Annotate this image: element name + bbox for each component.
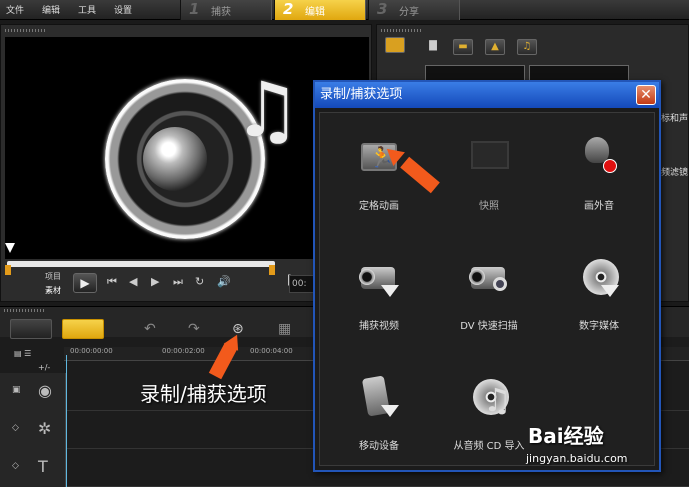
redo-icon[interactable]: ↷ (188, 321, 200, 337)
end-icon[interactable]: ⏭ (173, 275, 183, 289)
audio-cd-import-icon: ♫ (469, 377, 512, 419)
track-header: ◇ T (0, 449, 66, 487)
option-label: 画外音 (584, 201, 614, 212)
dialog-title: 录制/捕获选项 (315, 82, 659, 108)
playhead[interactable] (66, 355, 67, 487)
show-video-icon[interactable]: ▬ (453, 39, 473, 55)
repeat-icon[interactable]: ↻ (195, 275, 204, 288)
option-label: 定格动画 (359, 201, 399, 212)
music-note-icon: ♫ (233, 65, 302, 154)
timeline-view-button[interactable] (62, 319, 104, 339)
trim-end-marker[interactable] (269, 265, 275, 275)
track-header: ▣ ◉ (0, 373, 66, 411)
annotation-caption: 录制/捕获选项 (140, 382, 267, 406)
ruler-tick: 00:00:02:00 (162, 347, 205, 355)
track-header: ◇ ✲ (0, 411, 66, 449)
menu-file[interactable]: 文件 (6, 3, 24, 16)
capture-video-option[interactable]: 捕获视频 (324, 239, 434, 349)
menu-bar: 文件 编辑 工具 设置 1 捕获 2 编辑 3 分享 (0, 0, 689, 20)
mobile-device-option[interactable]: 移动设备 (324, 359, 434, 469)
menu-settings[interactable]: 设置 (114, 3, 132, 16)
project-mode-label[interactable]: 项目 (45, 271, 61, 282)
option-label: DV 快速扫描 (460, 321, 518, 332)
track-manager-icon[interactable]: ▤ ☰ (14, 349, 31, 358)
step-number: 1 (189, 0, 200, 18)
panel-grip (5, 29, 45, 32)
baidu-watermark-url: jingyan.baidu.com (526, 452, 628, 465)
close-button[interactable]: ✕ (636, 85, 656, 105)
menu-tools[interactable]: 工具 (78, 3, 96, 16)
undo-icon[interactable]: ↶ (144, 321, 156, 337)
snapshot-icon (469, 137, 511, 179)
play-button[interactable]: ▶ (73, 273, 97, 293)
clip-mode-label[interactable]: 素材 (45, 285, 61, 296)
dialog-body: 🏃 定格动画 快照 画外音 捕获视频 DV 快速扫描 数字媒体 移动设备 ♫ 从… (319, 112, 655, 466)
digital-media-option[interactable]: 数字媒体 (544, 239, 654, 349)
record-capture-dialog: 录制/捕获选项 ✕ 🏃 定格动画 快照 画外音 捕获视频 DV 快速扫描 数字媒… (313, 80, 661, 472)
folder-icon[interactable]: ▇ (423, 39, 443, 55)
media-library-icon[interactable] (385, 37, 405, 53)
library-side-label: 频滤镜 (661, 168, 689, 178)
sound-mixer-icon[interactable]: ▦ (278, 321, 291, 337)
zoom-label[interactable]: +/- (38, 363, 50, 372)
option-label: 数字媒体 (579, 321, 619, 332)
voiceover-icon (579, 137, 621, 179)
step-label: 捕获 (211, 7, 231, 18)
capture-video-icon (359, 257, 401, 299)
storyboard-view-button[interactable] (10, 319, 52, 339)
overlay-track-icon: ✲ (38, 419, 52, 438)
trim-start-marker[interactable] (5, 265, 11, 275)
option-label: 快照 (479, 201, 499, 212)
show-photo-icon[interactable]: ▲ (485, 39, 505, 55)
step-number: 2 (283, 0, 294, 18)
title-track-icon: T (38, 457, 48, 476)
snapshot-option[interactable]: 快照 (434, 119, 544, 229)
step-capture-tab[interactable]: 1 捕获 (180, 0, 272, 20)
preview-scrub-bar[interactable] (7, 261, 275, 267)
volume-icon[interactable]: 🔊 (217, 275, 231, 288)
step-edit-tab[interactable]: 2 编辑 (274, 0, 366, 20)
mobile-device-icon (359, 375, 401, 419)
option-label: 移动设备 (359, 441, 399, 452)
step-number: 3 (377, 0, 388, 18)
option-label: 捕获视频 (359, 321, 399, 332)
menu-edit[interactable]: 编辑 (42, 3, 60, 16)
track-visibility-icon[interactable]: ◇ (12, 461, 19, 471)
step-share-tab[interactable]: 3 分享 (368, 0, 460, 20)
show-audio-icon[interactable]: ♫ (517, 39, 537, 55)
ruler-tick: 00:00:04:00 (250, 347, 293, 355)
step-label: 分享 (399, 7, 419, 18)
voiceover-option[interactable]: 画外音 (544, 119, 654, 229)
library-side-label: 标和声 (661, 114, 689, 124)
prev-frame-icon[interactable]: ◀ (129, 275, 137, 288)
track-visibility-icon[interactable]: ◇ (12, 423, 19, 433)
panel-grip (4, 309, 44, 312)
panel-grip (381, 29, 421, 32)
speaker-cone-icon (143, 127, 207, 191)
dv-quick-scan-option[interactable]: DV 快速扫描 (434, 239, 544, 349)
digital-media-icon (579, 257, 621, 299)
baidu-watermark: Bai经验 (528, 424, 604, 448)
dv-quick-scan-icon (469, 257, 511, 299)
video-track-icon: ◉ (38, 381, 52, 400)
step-label: 编辑 (305, 7, 325, 18)
next-frame-icon[interactable]: ▶ (151, 275, 159, 288)
track-visibility-icon[interactable]: ▣ (12, 385, 21, 395)
ruler-tick: 00:00:00:00 (70, 347, 113, 355)
home-icon[interactable]: ⏮ (107, 275, 117, 289)
